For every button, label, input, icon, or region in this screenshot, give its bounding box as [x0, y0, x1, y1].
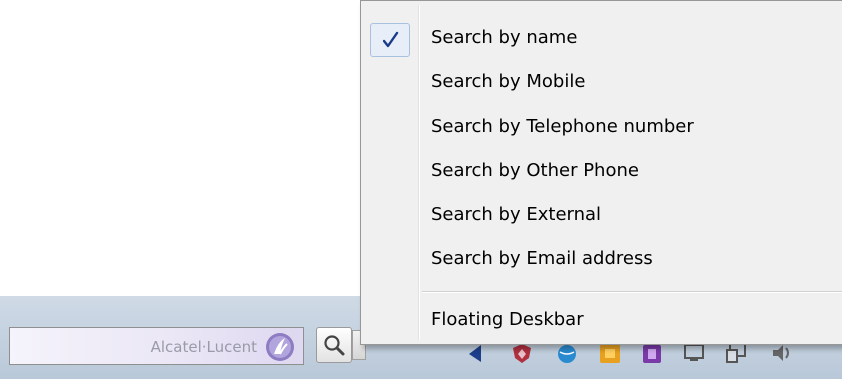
- deskbar-search-field[interactable]: Alcatel·Lucent: [9, 327, 304, 365]
- search-button[interactable]: [316, 327, 352, 363]
- menu-item-label: Floating Deskbar: [431, 309, 584, 330]
- menu-item-search-by-mobile[interactable]: Search by Mobile: [365, 61, 842, 105]
- display-icon[interactable]: [725, 342, 749, 364]
- menu-item-search-by-name[interactable]: Search by name: [365, 17, 842, 61]
- menu-item-label: Search by External: [431, 204, 602, 225]
- orange-app-icon[interactable]: [598, 342, 622, 364]
- menu-item-label: Search by Email address: [431, 248, 653, 269]
- magnifier-icon: [324, 335, 345, 356]
- brand-name: Alcatel·Lucent: [150, 338, 257, 356]
- globe-icon[interactable]: [555, 342, 579, 364]
- menu-item-search-by-other-phone[interactable]: Search by Other Phone: [365, 150, 842, 194]
- menu-item-label: Search by name: [431, 27, 578, 48]
- network-icon[interactable]: [466, 342, 490, 364]
- monitor-icon[interactable]: [682, 342, 706, 364]
- menu-item-label: Search by Mobile: [431, 71, 586, 92]
- menu-separator: [422, 291, 842, 293]
- menu-item-label: Search by Telephone number: [431, 116, 694, 137]
- alcatel-lucent-logo-icon: [266, 333, 294, 361]
- volume-icon[interactable]: [770, 342, 794, 364]
- purple-app-icon[interactable]: [640, 342, 664, 364]
- menu-item-search-by-external[interactable]: Search by External: [365, 194, 842, 238]
- menu-item-search-by-email[interactable]: Search by Email address: [365, 238, 842, 282]
- checked-indicator: [370, 23, 410, 57]
- menu-item-floating-deskbar[interactable]: Floating Deskbar: [365, 299, 842, 343]
- menu-item-label: Search by Other Phone: [431, 160, 639, 181]
- search-options-menu: Search by name Search by Mobile Search b…: [360, 0, 842, 345]
- checkmark-icon: [383, 31, 399, 48]
- menu-item-search-by-telephone[interactable]: Search by Telephone number: [365, 106, 842, 150]
- shield-icon[interactable]: [510, 342, 534, 364]
